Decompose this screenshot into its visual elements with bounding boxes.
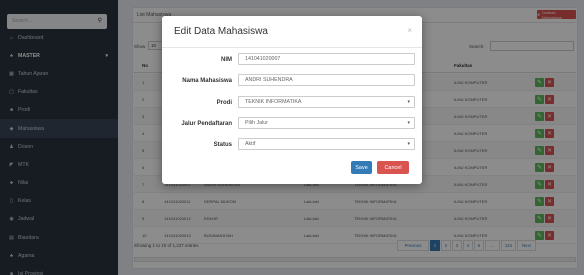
jalur-label: Jalur Pendaftaran <box>181 121 232 127</box>
nama-field[interactable]: ANDRI SUHENDRA <box>238 74 415 86</box>
chevron-down-icon: ▾ <box>407 99 410 105</box>
modal-divider <box>162 47 422 48</box>
chevron-down-icon: ▾ <box>407 141 410 147</box>
nama-label: Nama Mahasiswa <box>182 78 232 84</box>
modal-title: Edit Data Mahasiswa <box>174 26 268 37</box>
edit-mahasiswa-modal: Edit Data Mahasiswa × NIM 141041020007 N… <box>162 16 422 184</box>
nim-field[interactable]: 141041020007 <box>238 53 415 65</box>
chevron-down-icon: ▾ <box>407 120 410 126</box>
status-label: Status <box>213 142 232 148</box>
close-icon[interactable]: × <box>407 26 412 35</box>
cancel-button[interactable]: Cancel <box>377 161 409 174</box>
prodi-select[interactable]: TEKNIK INFORMATIKA ▾ <box>238 96 415 108</box>
nim-label: NIM <box>221 57 232 63</box>
status-select[interactable]: Aktif ▾ <box>238 138 415 150</box>
save-button[interactable]: Save <box>351 161 372 174</box>
prodi-label: Prodi <box>216 100 232 106</box>
jalur-select[interactable]: Pilih Jalur ▾ <box>238 117 415 129</box>
